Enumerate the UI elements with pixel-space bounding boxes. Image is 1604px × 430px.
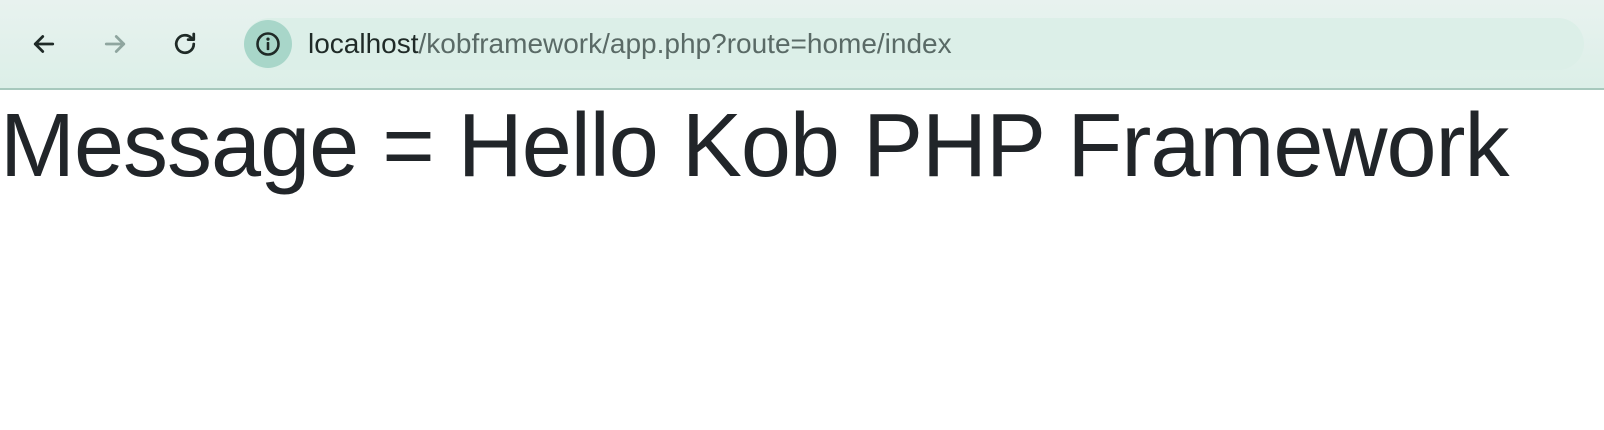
address-bar[interactable]: localhost/kobframework/app.php?route=hom… (244, 18, 1584, 70)
arrow-right-icon (104, 35, 126, 53)
url-path: /kobframework/app.php?route=home/index (418, 28, 952, 59)
back-button[interactable] (22, 22, 66, 66)
url-host: localhost (308, 28, 419, 59)
reload-button[interactable] (163, 22, 207, 66)
browser-toolbar: localhost/kobframework/app.php?route=hom… (0, 0, 1604, 90)
info-icon (256, 32, 280, 56)
forward-button[interactable] (93, 22, 137, 66)
page-heading: Message = Hello Kob PHP Framework (0, 96, 1509, 196)
url-text[interactable]: localhost/kobframework/app.php?route=hom… (308, 27, 952, 61)
arrow-left-icon (33, 35, 55, 53)
reload-icon (174, 32, 196, 55)
site-info-button[interactable] (244, 20, 292, 68)
